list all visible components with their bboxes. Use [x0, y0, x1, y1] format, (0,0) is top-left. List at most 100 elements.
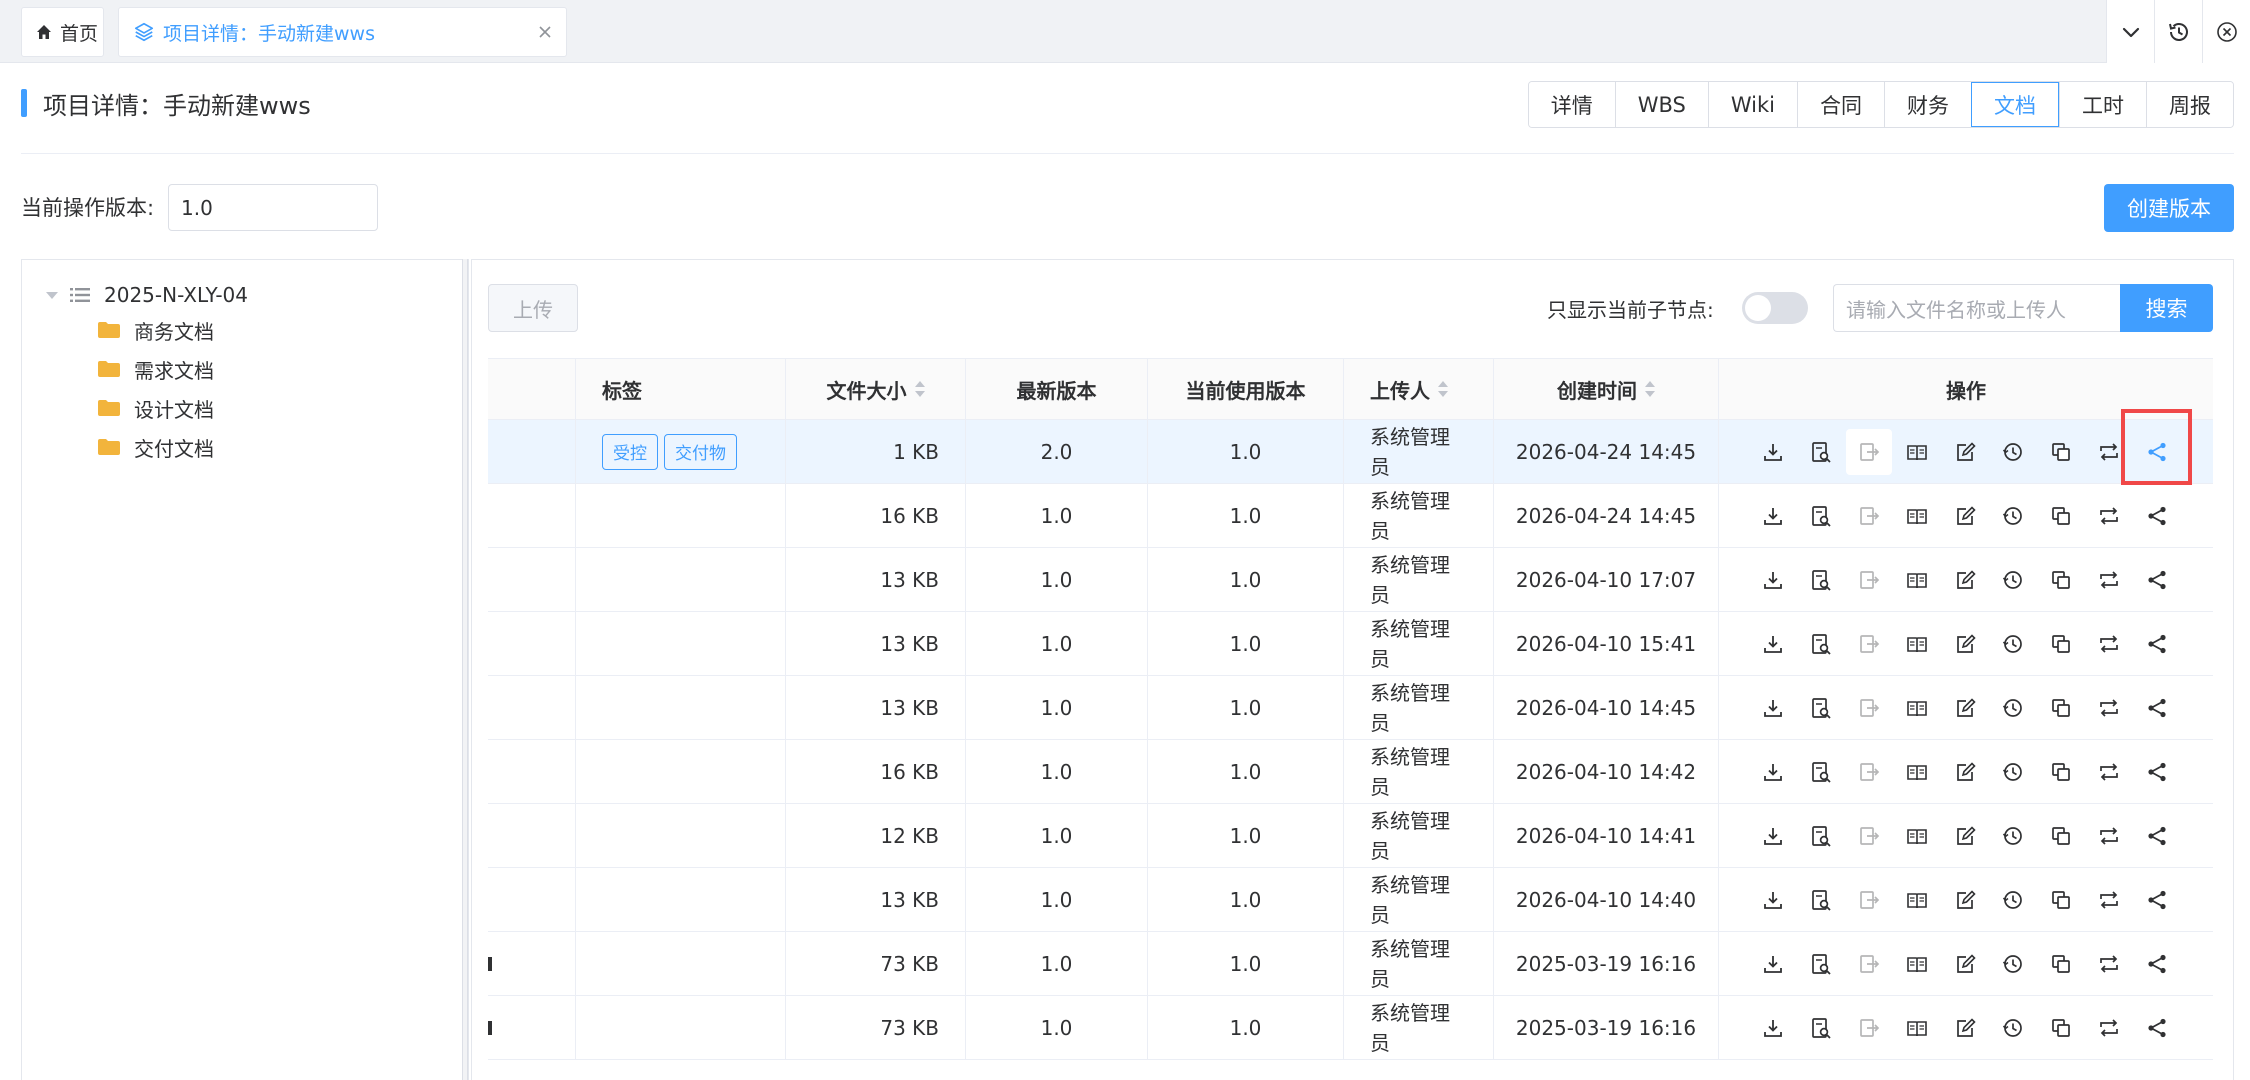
share-button[interactable]	[2133, 484, 2181, 548]
copy-button[interactable]	[2037, 612, 2085, 676]
table-row[interactable]: 16 KB 1.0 1.0 系统管理员 2026-04-10 14:42	[488, 740, 2213, 804]
copy-button[interactable]	[2037, 804, 2085, 868]
version-select[interactable]: 1.0	[168, 184, 378, 231]
copy-button[interactable]	[2037, 868, 2085, 932]
edit-button[interactable]	[1941, 612, 1989, 676]
history-button[interactable]	[1989, 868, 2037, 932]
subnav-documents[interactable]: 文档	[1971, 82, 2059, 127]
panel-splitter[interactable]	[462, 259, 468, 1080]
tree-root-node[interactable]: 2025-N-XLY-04	[46, 280, 248, 310]
share-button[interactable]	[2133, 548, 2181, 612]
tab-project-detail[interactable]: 项目详情：手动新建wws	[118, 7, 567, 57]
sort-icon[interactable]	[1645, 381, 1655, 397]
tree-node-delivery[interactable]: 交付文档	[98, 432, 214, 462]
edit-button[interactable]	[1941, 676, 1989, 740]
history-button[interactable]	[1989, 996, 2037, 1060]
history-button[interactable]	[1989, 548, 2037, 612]
subnav-details[interactable]: 详情	[1528, 82, 1615, 127]
read-button[interactable]	[1893, 996, 1941, 1060]
caret-down-icon[interactable]	[46, 291, 58, 299]
download-button[interactable]	[1749, 420, 1797, 484]
replace-button[interactable]	[2085, 484, 2133, 548]
only-current-toggle[interactable]	[1742, 292, 1808, 324]
edit-button[interactable]	[1941, 740, 1989, 804]
read-button[interactable]	[1893, 932, 1941, 996]
checkout-button[interactable]	[1845, 996, 1893, 1060]
download-button[interactable]	[1749, 740, 1797, 804]
history-button[interactable]	[2154, 0, 2202, 63]
header-created[interactable]: 创建时间	[1494, 359, 1719, 419]
replace-button[interactable]	[2085, 548, 2133, 612]
read-button[interactable]	[1893, 548, 1941, 612]
read-button[interactable]	[1893, 484, 1941, 548]
preview-button[interactable]	[1797, 484, 1845, 548]
tree-node-requirements[interactable]: 需求文档	[98, 354, 214, 384]
close-icon[interactable]	[536, 23, 554, 41]
replace-button[interactable]	[2085, 676, 2133, 740]
replace-button[interactable]	[2085, 740, 2133, 804]
download-button[interactable]	[1749, 996, 1797, 1060]
checkout-button[interactable]	[1846, 428, 1892, 475]
table-row[interactable]: 13 KB 1.0 1.0 系统管理员 2026-04-10 15:41	[488, 612, 2213, 676]
preview-button[interactable]	[1797, 612, 1845, 676]
share-button[interactable]	[2133, 996, 2181, 1060]
header-size[interactable]: 文件大小	[786, 359, 966, 419]
copy-button[interactable]	[2037, 676, 2085, 740]
download-button[interactable]	[1749, 612, 1797, 676]
checkout-button[interactable]	[1845, 932, 1893, 996]
checkout-button[interactable]	[1845, 740, 1893, 804]
table-row[interactable]: 受控 交付物 1 KB 2.0 1.0 系统管理员 2026-04-24 14:4…	[488, 420, 2213, 484]
table-row[interactable]: 12 KB 1.0 1.0 系统管理员 2026-04-10 14:41	[488, 804, 2213, 868]
download-button[interactable]	[1749, 932, 1797, 996]
edit-button[interactable]	[1941, 420, 1989, 484]
subnav-wiki[interactable]: Wiki	[1707, 82, 1797, 127]
upload-button[interactable]: 上传	[488, 284, 578, 332]
table-row[interactable]: 73 KB 1.0 1.0 系统管理员 2025-03-19 16:16	[488, 932, 2213, 996]
preview-button[interactable]	[1797, 932, 1845, 996]
copy-button[interactable]	[2037, 932, 2085, 996]
replace-button[interactable]	[2085, 804, 2133, 868]
tree-node-design[interactable]: 设计文档	[98, 393, 214, 423]
subnav-contract[interactable]: 合同	[1797, 82, 1884, 127]
replace-button[interactable]	[2085, 868, 2133, 932]
subnav-weekly[interactable]: 周报	[2146, 82, 2233, 127]
table-row[interactable]: 13 KB 1.0 1.0 系统管理员 2026-04-10 17:07	[488, 548, 2213, 612]
checkout-button[interactable]	[1845, 612, 1893, 676]
read-button[interactable]	[1893, 804, 1941, 868]
close-all-button[interactable]	[2202, 0, 2250, 63]
subnav-wbs[interactable]: WBS	[1614, 82, 1708, 127]
create-version-button[interactable]: 创建版本	[2104, 184, 2234, 232]
checkout-button[interactable]	[1845, 868, 1893, 932]
share-button[interactable]	[2133, 740, 2181, 804]
copy-button[interactable]	[2037, 740, 2085, 804]
history-button[interactable]	[1989, 612, 2037, 676]
copy-button[interactable]	[2037, 548, 2085, 612]
copy-button[interactable]	[2037, 996, 2085, 1060]
copy-button[interactable]	[2037, 484, 2085, 548]
header-uploader[interactable]: 上传人	[1344, 359, 1494, 419]
checkout-button[interactable]	[1845, 484, 1893, 548]
share-button[interactable]	[2133, 932, 2181, 996]
table-row[interactable]: 13 KB 1.0 1.0 系统管理员 2026-04-10 14:40	[488, 868, 2213, 932]
subnav-finance[interactable]: 财务	[1884, 82, 1971, 127]
replace-button[interactable]	[2085, 932, 2133, 996]
preview-button[interactable]	[1797, 676, 1845, 740]
table-row[interactable]: 16 KB 1.0 1.0 系统管理员 2026-04-24 14:45	[488, 484, 2213, 548]
history-button[interactable]	[1989, 676, 2037, 740]
share-button[interactable]	[2133, 676, 2181, 740]
history-button[interactable]	[1989, 420, 2037, 484]
tab-home[interactable]: 首页	[21, 7, 104, 57]
download-button[interactable]	[1749, 676, 1797, 740]
tree-node-business[interactable]: 商务文档	[98, 315, 214, 345]
download-button[interactable]	[1749, 868, 1797, 932]
edit-button[interactable]	[1941, 548, 1989, 612]
read-button[interactable]	[1893, 740, 1941, 804]
edit-button[interactable]	[1941, 484, 1989, 548]
checkout-button[interactable]	[1845, 676, 1893, 740]
replace-button[interactable]	[2085, 996, 2133, 1060]
sort-icon[interactable]	[914, 381, 925, 397]
read-button[interactable]	[1893, 420, 1941, 484]
tab-dropdown-button[interactable]	[2106, 0, 2154, 63]
preview-button[interactable]	[1797, 868, 1845, 932]
share-button[interactable]	[2133, 804, 2181, 868]
